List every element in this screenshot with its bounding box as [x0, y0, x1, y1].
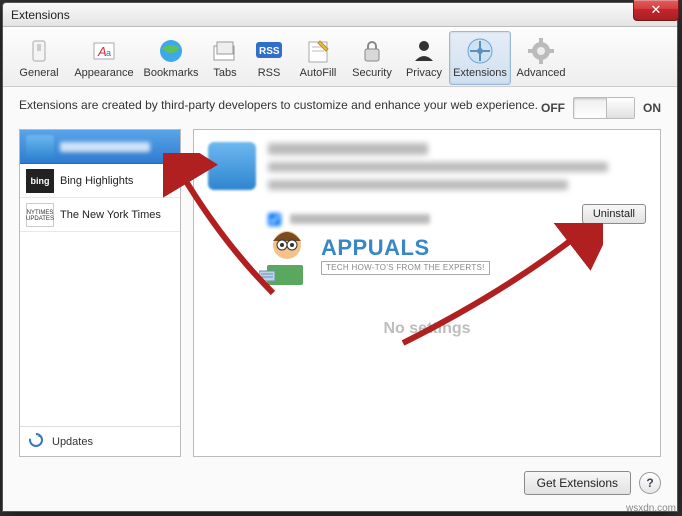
- uninstall-button[interactable]: Uninstall: [582, 204, 646, 224]
- tab-autofill[interactable]: AutoFill: [291, 31, 345, 85]
- extension-large-icon: [208, 142, 256, 190]
- nyt-icon: NYTIMESUPDATES: [26, 203, 54, 227]
- svg-text:RSS: RSS: [259, 46, 280, 57]
- tab-rss[interactable]: RSS RSS: [247, 31, 291, 85]
- switch-off-label: OFF: [541, 101, 565, 115]
- titlebar: Extensions ✕: [3, 3, 677, 27]
- extensions-master-switch: OFF ON: [541, 97, 661, 119]
- extension-item-bing[interactable]: bing Bing Highlights: [20, 164, 180, 198]
- sidebar-spacer: [20, 232, 180, 426]
- extension-title-block: [268, 142, 646, 196]
- extensions-list: bing Bing Highlights NYTIMESUPDATES The …: [19, 129, 181, 457]
- get-extensions-button[interactable]: Get Extensions: [524, 471, 631, 495]
- gear-icon: [527, 37, 555, 65]
- extension-item-nyt[interactable]: NYTIMESUPDATES The New York Times: [20, 198, 180, 232]
- tab-extensions[interactable]: Extensions: [449, 31, 511, 85]
- tab-advanced[interactable]: Advanced: [511, 31, 571, 85]
- extensions-main: bing Bing Highlights NYTIMESUPDATES The …: [3, 129, 677, 465]
- extension-detail-panel: Uninstall No settings: [193, 129, 661, 457]
- toggle-knob: [606, 98, 634, 118]
- toggle-switch[interactable]: [573, 97, 635, 119]
- privacy-icon: [410, 37, 438, 65]
- updates-row[interactable]: Updates: [20, 426, 180, 456]
- help-button[interactable]: ?: [639, 472, 661, 494]
- tab-privacy[interactable]: Privacy: [399, 31, 449, 85]
- switch-on-label: ON: [643, 101, 661, 115]
- tab-general[interactable]: General: [9, 31, 69, 85]
- globe-icon: [157, 37, 185, 65]
- svg-text:a: a: [106, 48, 111, 58]
- updates-icon: [28, 432, 44, 451]
- appearance-icon: Aa: [90, 37, 118, 65]
- extension-icon: [26, 135, 54, 159]
- extensions-icon: [466, 37, 494, 65]
- extensions-description: Extensions are created by third-party de…: [19, 97, 541, 114]
- extension-header: [208, 142, 646, 196]
- rss-icon: RSS: [255, 37, 283, 65]
- tab-appearance[interactable]: Aa Appearance: [69, 31, 139, 85]
- tab-tabs[interactable]: Tabs: [203, 31, 247, 85]
- tab-security[interactable]: Security: [345, 31, 399, 85]
- extension-label-blurred: [60, 142, 150, 152]
- source-watermark: wsxdn.com: [626, 503, 676, 514]
- tab-bookmarks[interactable]: Bookmarks: [139, 31, 203, 85]
- tabs-icon: [211, 37, 239, 65]
- lock-icon: [358, 37, 386, 65]
- close-icon: ✕: [651, 2, 662, 18]
- bing-icon: bing: [26, 169, 54, 193]
- preferences-toolbar: General Aa Appearance Bookmarks Tabs RSS…: [3, 27, 677, 87]
- window-title: Extensions: [11, 8, 70, 22]
- no-settings-label: No settings: [194, 320, 660, 338]
- extension-option-checkbox[interactable]: [268, 213, 281, 226]
- extensions-description-row: Extensions are created by third-party de…: [3, 87, 677, 129]
- extensions-window: Extensions ✕ General Aa Appearance Bookm…: [2, 2, 678, 512]
- autofill-icon: [304, 37, 332, 65]
- extension-item-selected[interactable]: [20, 130, 180, 164]
- switch-icon: [25, 37, 53, 65]
- close-button[interactable]: ✕: [633, 0, 679, 21]
- footer: Get Extensions ?: [3, 465, 677, 495]
